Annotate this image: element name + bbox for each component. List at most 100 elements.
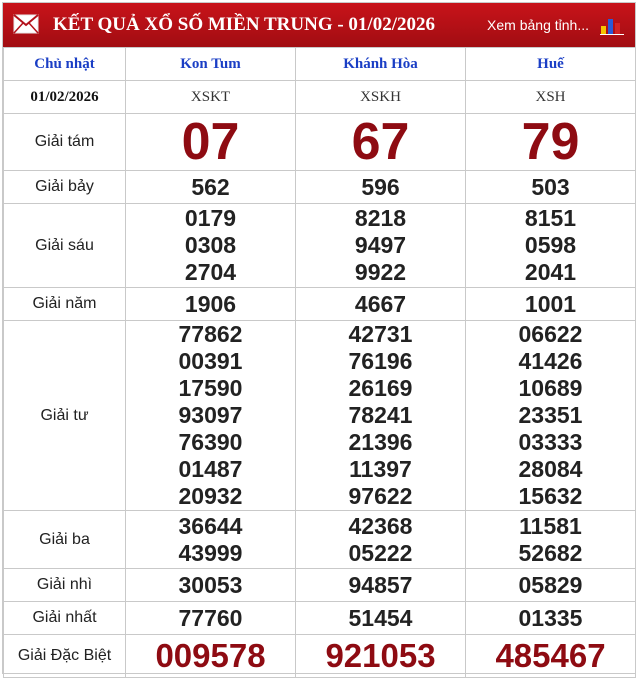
prize-number: 42368 <box>348 512 413 539</box>
draw-date: 01/02/2026 <box>3 80 126 114</box>
special-prize-number: 921053 <box>325 637 436 674</box>
prize-row-g4: Giải tư 77862 00391 17590 93097 76390 01… <box>3 320 636 511</box>
prize-cell: 07 <box>125 113 296 171</box>
prize-number: 93097 <box>178 402 243 428</box>
prize-cell: 562 <box>125 170 296 204</box>
province-hue-link[interactable]: Huế <box>465 47 636 81</box>
prize-row-g1: Giải nhất 77760 51454 01335 <box>3 601 636 635</box>
prize-label: Giải bảy <box>3 170 126 204</box>
prize-number: 77760 <box>178 604 243 631</box>
prize-number: 06622 <box>518 321 583 347</box>
prize-number: 07 <box>181 113 240 171</box>
day-label: Chủ nhật <box>3 47 126 81</box>
prize-cell: 06622 41426 10689 23351 03333 28084 1563… <box>465 320 636 511</box>
bar-chart-icon[interactable] <box>599 15 625 35</box>
date-row: 01/02/2026 XSKT XSKH XSH <box>3 80 636 114</box>
prize-number: 2041 <box>524 259 577 285</box>
province-code: XSKT <box>125 80 296 114</box>
prize-number: 0598 <box>524 232 577 258</box>
prize-cell: 42368 05222 <box>295 510 466 569</box>
prize-number: 11581 <box>519 512 582 539</box>
special-prize-number: 485467 <box>495 637 606 674</box>
province-khanh-hoa-link[interactable]: Khánh Hòa <box>295 47 466 81</box>
prize-number: 76390 <box>178 429 243 455</box>
prize-number: 77862 <box>178 321 243 347</box>
prize-cell: 67 <box>295 113 466 171</box>
prize-label: Giải tám <box>3 113 126 171</box>
prize-label: Giải tư <box>3 320 126 511</box>
prize-number: 10689 <box>518 375 583 401</box>
prize-number: 05222 <box>348 539 413 566</box>
prize-row-g8: Giải tám 07 67 79 <box>3 113 636 171</box>
prize-number: 41426 <box>518 348 583 374</box>
province-header-row: Chủ nhật Kon Tum Khánh Hòa Huế <box>3 47 636 81</box>
prize-cell: 1906 <box>125 287 296 321</box>
prize-number: 00391 <box>178 348 243 374</box>
prize-label: Giải năm <box>3 287 126 321</box>
prize-cell: 8151 0598 2041 <box>465 203 636 288</box>
prize-number: 78241 <box>348 402 413 428</box>
province-kon-tum-link[interactable]: Kon Tum <box>125 47 296 81</box>
prize-number: 562 <box>191 173 230 200</box>
prize-cell: 921053 <box>295 634 466 678</box>
prize-label: Giải sáu <box>3 203 126 288</box>
prize-label: Giải ba <box>3 510 126 569</box>
prize-number: 26169 <box>348 375 413 401</box>
prize-cell: 4667 <box>295 287 466 321</box>
prize-number: 596 <box>361 173 400 200</box>
prize-number: 21396 <box>348 429 413 455</box>
results-panel: KẾT QUẢ XỔ SỐ MIỀN TRUNG - 01/02/2026 Xe… <box>2 2 636 678</box>
province-code: XSH <box>465 80 636 114</box>
prize-number: 76196 <box>348 348 413 374</box>
prize-number: 67 <box>351 113 410 171</box>
prize-number: 30053 <box>178 571 243 598</box>
prize-cell: 42731 76196 26169 78241 21396 11397 9762… <box>295 320 466 511</box>
prize-number: 94857 <box>348 571 413 598</box>
prize-number: 503 <box>531 173 570 200</box>
province-code: XSKH <box>295 80 466 114</box>
prize-number: 0308 <box>184 232 237 258</box>
view-provinces-link[interactable]: Xem bảng tỉnh... <box>487 3 589 47</box>
mail-icon <box>13 14 39 34</box>
prize-number: 9497 <box>354 232 407 258</box>
page-title: KẾT QUẢ XỔ SỐ MIỀN TRUNG - 01/02/2026 <box>53 14 435 35</box>
special-prize-number: 009578 <box>155 637 266 674</box>
prize-number: 01487 <box>178 456 243 482</box>
prize-number: 4667 <box>354 290 407 317</box>
prize-number: 11397 <box>349 456 412 482</box>
prize-number: 79 <box>521 113 580 171</box>
prize-number: 52682 <box>518 539 583 566</box>
prize-cell: 596 <box>295 170 466 204</box>
prize-cell: 30053 <box>125 568 296 602</box>
prize-cell: 05829 <box>465 568 636 602</box>
results-header: KẾT QUẢ XỔ SỐ MIỀN TRUNG - 01/02/2026 Xe… <box>3 3 635 47</box>
prize-cell: 11581 52682 <box>465 510 636 569</box>
prize-number: 05829 <box>518 571 583 598</box>
prize-cell: 009578 <box>125 634 296 678</box>
prize-number: 1906 <box>184 290 237 317</box>
prize-number: 8151 <box>524 205 577 231</box>
prize-number: 36644 <box>178 512 243 539</box>
prize-number: 15632 <box>518 483 583 509</box>
prize-number: 17590 <box>178 375 243 401</box>
prize-number: 01335 <box>518 604 583 631</box>
prize-cell: 503 <box>465 170 636 204</box>
prize-number: 42731 <box>348 321 413 347</box>
prize-number: 8218 <box>354 205 407 231</box>
prize-row-g2: Giải nhì 30053 94857 05829 <box>3 568 636 602</box>
prize-number: 2704 <box>184 259 237 285</box>
prize-cell: 77862 00391 17590 93097 76390 01487 2093… <box>125 320 296 511</box>
prize-number: 0179 <box>184 205 237 231</box>
prize-cell: 485467 <box>465 634 636 678</box>
prize-number: 1001 <box>524 290 577 317</box>
prize-cell: 51454 <box>295 601 466 635</box>
prize-cell: 1001 <box>465 287 636 321</box>
prize-label: Giải nhì <box>3 568 126 602</box>
prize-row-g5: Giải năm 1906 4667 1001 <box>3 287 636 321</box>
prize-cell: 36644 43999 <box>125 510 296 569</box>
results-table: Chủ nhật Kon Tum Khánh Hòa Huế 01/02/202… <box>3 47 636 678</box>
prize-number: 28084 <box>518 456 583 482</box>
prize-number: 43999 <box>178 539 243 566</box>
prize-row-g3: Giải ba 36644 43999 42368 05222 11581 52… <box>3 510 636 569</box>
prize-label: Giải Đặc Biệt <box>3 634 126 678</box>
